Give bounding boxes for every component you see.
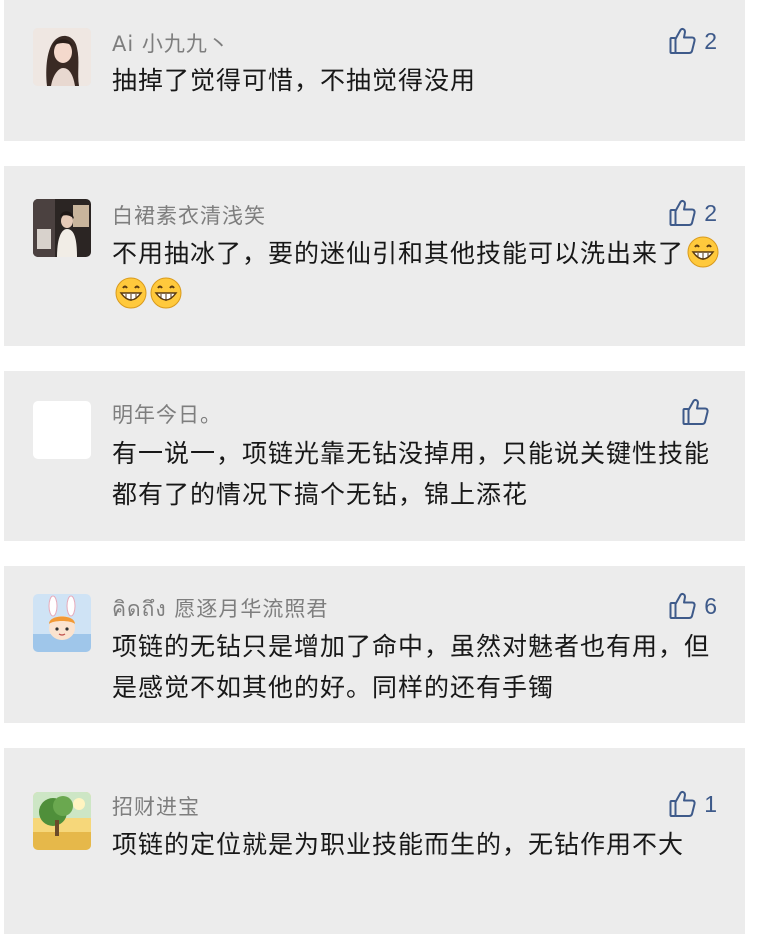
like-button[interactable]: 2 bbox=[669, 198, 717, 228]
like-button[interactable] bbox=[682, 397, 717, 427]
avatar[interactable] bbox=[33, 594, 91, 652]
comment-text-body: 不用抽冰了，要的迷仙引和其他技能可以洗出来了 bbox=[112, 239, 685, 268]
like-count: 1 bbox=[704, 790, 717, 817]
comment-text: 项链的无钻只是增加了命中，虽然对魅者也有用，但是感觉不如其他的好。同样的还有手镯 bbox=[112, 632, 711, 702]
comment-text: 抽掉了觉得可惜，不抽觉得没用 bbox=[112, 66, 477, 95]
comment-text: 项链的定位就是为职业技能而生的，无钻作用不大 bbox=[112, 830, 685, 859]
thumbs-up-icon bbox=[669, 592, 696, 620]
comment-text: 有一说一，项链光靠无钻没掉用，只能说关键性技能都有了的情况下搞个无钻，锦上添花 bbox=[112, 439, 711, 509]
like-count: 2 bbox=[704, 199, 717, 226]
comment-card: Ai 小九九丶 2 抽掉了觉得可惜，不抽觉得没用 bbox=[4, 0, 745, 141]
thumbs-up-icon bbox=[669, 199, 696, 227]
comment-card: คิดถึง 愿逐月华流照君 6 项链的无钻只是增加了命中，虽然对魅者也有用，但… bbox=[4, 566, 745, 723]
like-button[interactable]: 6 bbox=[669, 591, 717, 621]
comment-card: 白裙素衣清浅笑 2 不用抽冰了，要的迷仙引和其他技能可以洗出来了 bbox=[4, 166, 745, 346]
comment-card: 招财进宝 1 项链的定位就是为职业技能而生的，无钻作用不大 bbox=[4, 748, 745, 934]
username[interactable]: Ai 小九九丶 bbox=[112, 28, 230, 58]
like-count: 2 bbox=[704, 27, 717, 54]
grinning-face-icon bbox=[687, 236, 719, 268]
username[interactable]: 明年今日。 bbox=[112, 399, 222, 429]
like-button[interactable]: 2 bbox=[669, 26, 717, 56]
thumbs-up-icon bbox=[669, 790, 696, 818]
avatar[interactable] bbox=[33, 401, 91, 459]
username[interactable]: 招财进宝 bbox=[112, 791, 200, 821]
comment-card: 明年今日。 有一说一，项链光靠无钻没掉用，只能说关键性技能都有了的情况下搞个无钻… bbox=[4, 371, 745, 541]
username[interactable]: 白裙素衣清浅笑 bbox=[112, 200, 266, 230]
avatar[interactable] bbox=[33, 792, 91, 850]
comment-list: Ai 小九九丶 2 抽掉了觉得可惜，不抽觉得没用 白裙素衣清浅笑 2 不用抽冰了… bbox=[0, 0, 757, 947]
avatar[interactable] bbox=[33, 199, 91, 257]
thumbs-up-icon bbox=[682, 398, 709, 426]
like-button[interactable]: 1 bbox=[669, 789, 717, 819]
thumbs-up-icon bbox=[669, 27, 696, 55]
comment-text: 不用抽冰了，要的迷仙引和其他技能可以洗出来了 bbox=[112, 233, 722, 315]
grinning-face-icon bbox=[150, 277, 182, 309]
grinning-face-icon bbox=[115, 277, 147, 309]
username[interactable]: คิดถึง 愿逐月华流照君 bbox=[112, 593, 328, 626]
avatar[interactable] bbox=[33, 28, 91, 86]
like-count: 6 bbox=[704, 592, 717, 619]
